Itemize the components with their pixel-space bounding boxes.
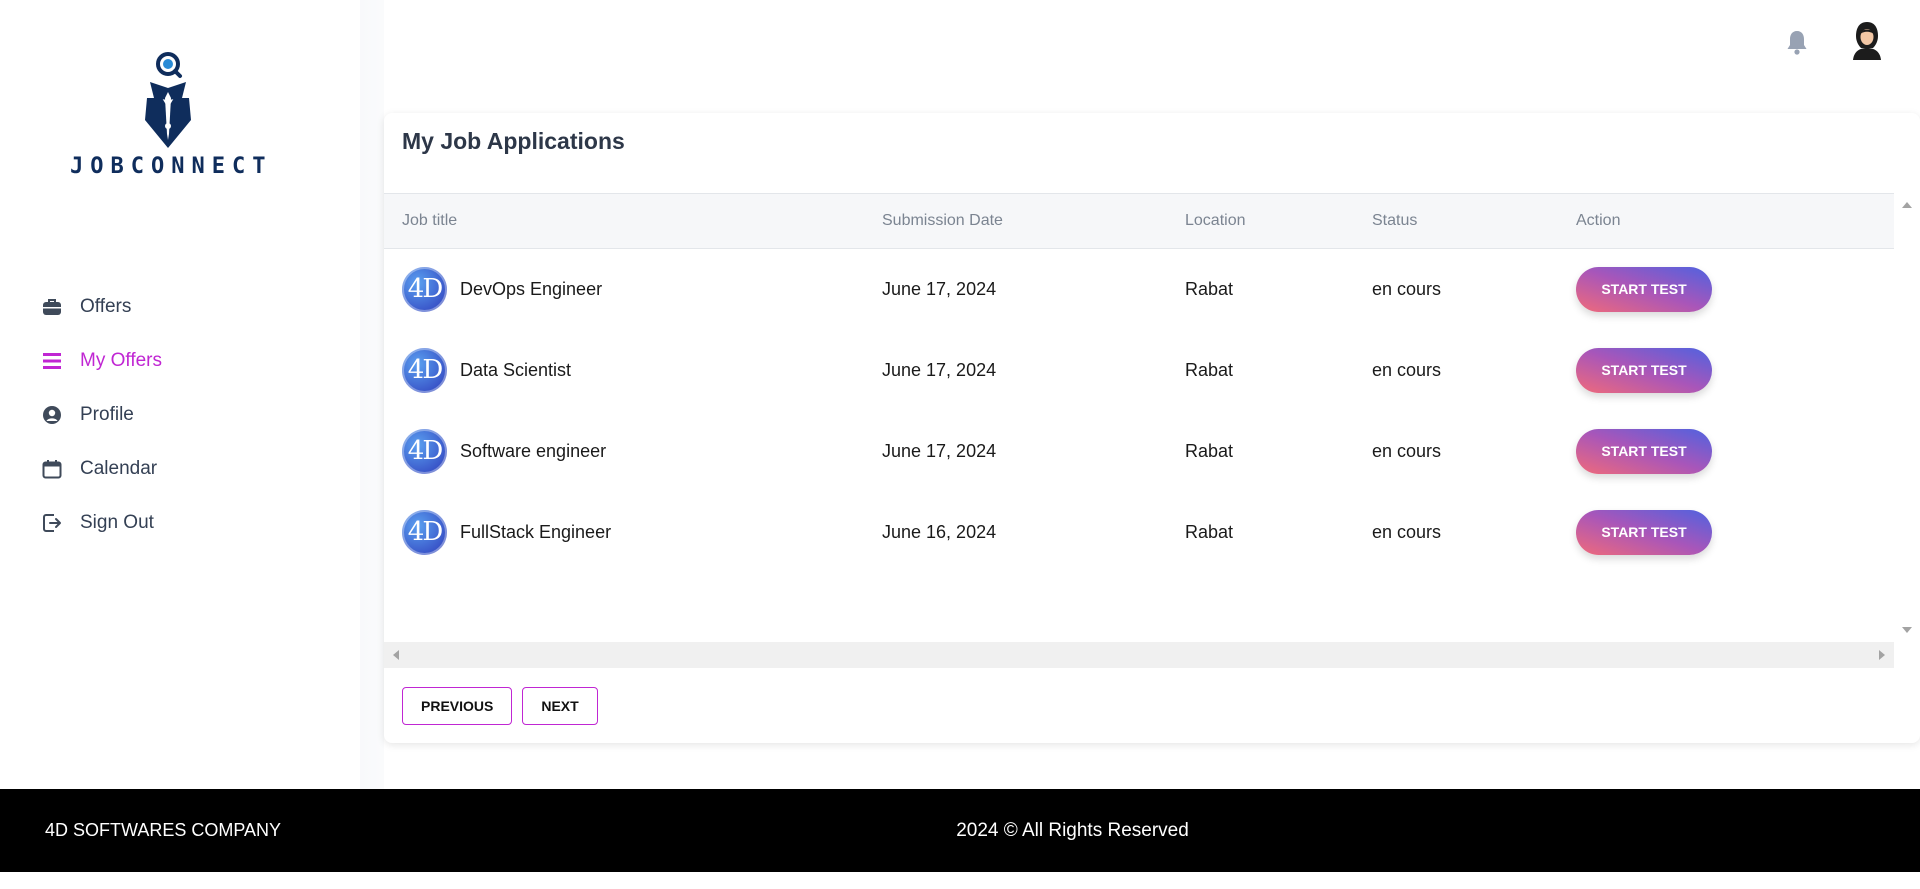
table-header: Job title Submission Date Location Statu…: [384, 193, 1894, 249]
page-title: My Job Applications: [402, 128, 625, 154]
start-test-button[interactable]: START TEST: [1576, 348, 1712, 393]
app-root: JOBCONNECT Offers My Offers Profile Cale…: [0, 0, 1920, 889]
column-header-location[interactable]: Location: [1185, 194, 1246, 248]
sidebar-item-label: Calendar: [80, 458, 158, 479]
submission-date-cell: June 17, 2024: [882, 360, 997, 380]
sidebar-item-offers[interactable]: Offers: [40, 280, 340, 334]
job-title-cell: FullStack Engineer: [460, 522, 612, 542]
sidebar-item-calendar[interactable]: Calendar: [40, 442, 340, 496]
submission-date-cell: June 16, 2024: [882, 522, 997, 542]
applications-table: Job title Submission Date Location Statu…: [384, 193, 1894, 655]
previous-page-button[interactable]: PREVIOUS: [402, 687, 513, 725]
list-icon: [40, 349, 64, 373]
status-cell: en cours: [1372, 279, 1442, 299]
column-header-action: Action: [1576, 212, 1621, 229]
scroll-left-arrow-icon[interactable]: [393, 650, 399, 660]
location-cell: Rabat: [1185, 441, 1234, 461]
status-cell: en cours: [1372, 360, 1442, 380]
horizontal-scrollbar[interactable]: [384, 642, 1894, 668]
pagination: PREVIOUS NEXT: [402, 687, 598, 725]
status-cell: en cours: [1372, 441, 1442, 461]
avatar-icon[interactable]: [1850, 20, 1884, 60]
sidebar-item-label: Profile: [80, 404, 134, 425]
brand-name: JOBCONNECT: [70, 154, 273, 179]
table-row: 4D Data Scientist June 17, 2024 Rabat en…: [384, 330, 1894, 411]
applications-card: My Job Applications Job title Submission…: [384, 113, 1920, 743]
table-row: 4D Software engineer June 17, 2024 Rabat…: [384, 411, 1894, 492]
column-header-job-title[interactable]: Job title: [402, 194, 457, 248]
vertical-scrollbar[interactable]: [1894, 193, 1920, 642]
job-title-cell: Software engineer: [460, 441, 607, 461]
submission-date-cell: June 17, 2024: [882, 441, 997, 461]
sign-out-icon: [40, 511, 64, 535]
calendar-icon: [40, 457, 64, 481]
sidebar-item-label: Sign Out: [80, 512, 154, 533]
location-cell: Rabat: [1185, 279, 1234, 299]
start-test-button[interactable]: START TEST: [1576, 429, 1712, 474]
user-circle-icon: [40, 403, 64, 427]
company-logo: 4D: [402, 510, 447, 555]
footer-content: 2024 © All Rights Reserved 4D SOFTWARES …: [0, 789, 1920, 872]
sidebar-divider: [360, 0, 384, 789]
scroll-right-arrow-icon[interactable]: [1879, 650, 1885, 660]
job-title-cell: Data Scientist: [460, 360, 572, 380]
status-cell: en cours: [1372, 522, 1442, 542]
job-title-cell: DevOps Engineer: [460, 279, 603, 299]
footer: 2024 © All Rights Reserved 4D SOFTWARES …: [0, 789, 1920, 872]
next-page-button[interactable]: NEXT: [522, 687, 598, 725]
column-header-status[interactable]: Status: [1372, 194, 1417, 248]
sidebar-nav: Offers My Offers Profile Calendar Sign O…: [40, 280, 340, 550]
sidebar-item-profile[interactable]: Profile: [40, 388, 340, 442]
start-test-button[interactable]: START TEST: [1576, 510, 1712, 555]
submission-date-cell: June 17, 2024: [882, 279, 997, 299]
footer-company-name: 4D SOFTWARES COMPANY: [45, 820, 282, 840]
scroll-up-arrow-icon[interactable]: [1902, 202, 1912, 208]
table-row: 4D FullStack Engineer June 16, 2024 Raba…: [384, 492, 1894, 573]
sidebar-item-sign-out[interactable]: Sign Out: [40, 496, 340, 550]
location-cell: Rabat: [1185, 522, 1234, 542]
column-header-submission-date[interactable]: Submission Date: [882, 194, 1003, 248]
sidebar-item-label: My Offers: [80, 350, 162, 371]
sidebar-item-my-offers[interactable]: My Offers: [40, 334, 340, 388]
company-logo: 4D: [402, 429, 447, 474]
table-row: 4D DevOps Engineer June 17, 2024 Rabat e…: [384, 249, 1894, 330]
sidebar: JOBCONNECT Offers My Offers Profile Cale…: [0, 0, 360, 789]
start-test-button[interactable]: START TEST: [1576, 267, 1712, 312]
location-cell: Rabat: [1185, 360, 1234, 380]
company-logo: 4D: [402, 267, 447, 312]
bell-icon[interactable]: [1784, 28, 1810, 56]
sidebar-item-label: Offers: [80, 296, 132, 317]
briefcase-icon: [40, 295, 64, 319]
footer-copyright: 2024 © All Rights Reserved: [956, 820, 1189, 841]
scroll-down-arrow-icon[interactable]: [1902, 627, 1912, 633]
company-logo: 4D: [402, 348, 447, 393]
